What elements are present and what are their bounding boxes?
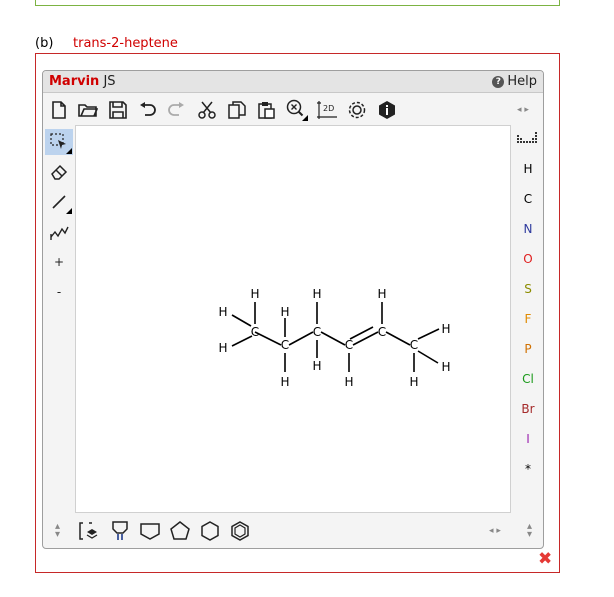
template-library-icon[interactable] (78, 519, 102, 543)
atom-label: H (441, 322, 450, 336)
element-button-s[interactable]: S (513, 277, 543, 301)
chain-icon[interactable] (45, 219, 73, 245)
element-button-any[interactable]: * (513, 457, 543, 481)
right-scroll-icon[interactable]: ▴ ▾ (527, 522, 532, 540)
clean-2d-icon[interactable]: 2D (316, 99, 338, 121)
bottom-toolbar-scroll-arrows-icon[interactable]: ◂ ▸ (489, 526, 501, 536)
submenu-indicator-icon (66, 208, 72, 214)
atom-label: H (377, 287, 386, 301)
previous-panel-border (35, 0, 560, 6)
app-brand: Marvin JS (49, 74, 116, 89)
element-button-p[interactable]: P (513, 337, 543, 361)
element-button-f[interactable]: F (513, 307, 543, 331)
brand-marvin: Marvin (49, 74, 100, 89)
title-bar: Marvin JS ? Help (43, 71, 543, 93)
open-folder-icon[interactable] (77, 99, 99, 121)
drawing-canvas[interactable]: C C C C C C H H H H H H H H H H H H (75, 125, 511, 513)
caption-tag: (b) (35, 36, 54, 51)
element-button-c[interactable]: C (513, 187, 543, 211)
caption-molecule-name: trans-2-heptene (73, 36, 178, 51)
settings-icon[interactable] (346, 99, 368, 121)
minus-label: - (56, 285, 62, 299)
zoom-icon[interactable] (286, 99, 308, 121)
cut-icon[interactable] (196, 99, 218, 121)
atom-label: H (441, 360, 450, 374)
help-label: Help (507, 74, 537, 89)
charge-plus-button[interactable]: + (45, 249, 73, 275)
atom-label: C (378, 325, 386, 339)
atom-label: H (344, 375, 353, 389)
figure-caption: (b) trans-2-heptene (35, 36, 178, 51)
paste-icon[interactable] (256, 99, 278, 121)
undo-icon[interactable] (137, 99, 159, 121)
info-icon[interactable] (376, 99, 398, 121)
molecule-structure: C C C C C C H H H H H H H H H H H H (218, 287, 450, 389)
clean-2d-label: 2D (323, 104, 334, 113)
cyclohexane-icon[interactable] (198, 519, 222, 543)
brand-js: JS (99, 74, 116, 89)
periodic-table-icon[interactable] (513, 127, 543, 151)
marvin-js-editor: Marvin JS ? Help 2D ◂ ▸ + - H C N O S F … (42, 70, 544, 549)
charge-minus-button[interactable]: - (45, 279, 73, 305)
atom-label: C (410, 338, 418, 352)
single-bond-icon[interactable] (45, 189, 73, 215)
close-icon[interactable]: ✖ (538, 549, 552, 569)
cyclobutane-icon[interactable] (138, 519, 162, 543)
cyclopentane-icon[interactable] (168, 519, 192, 543)
element-button-h[interactable]: H (513, 157, 543, 181)
bonds (231, 302, 440, 372)
copy-icon[interactable] (226, 99, 248, 121)
save-icon[interactable] (107, 99, 129, 121)
bottom-scroll-icon[interactable]: ▴ ▾ (55, 522, 60, 540)
atom-label: C (345, 338, 353, 352)
atom-label: H (409, 375, 418, 389)
benzene-ring-icon[interactable] (108, 519, 132, 543)
plus-label: + (53, 255, 65, 269)
new-document-icon[interactable] (48, 99, 70, 121)
select-tool-icon[interactable] (45, 129, 73, 155)
element-button-o[interactable]: O (513, 247, 543, 271)
eraser-icon[interactable] (45, 159, 73, 185)
help-icon: ? (492, 75, 505, 88)
atom-label: C (281, 338, 289, 352)
element-button-i[interactable]: I (513, 427, 543, 451)
element-button-cl[interactable]: Cl (513, 367, 543, 391)
atom-label: H (218, 305, 227, 319)
atom-label: H (312, 287, 321, 301)
atom-label: H (218, 341, 227, 355)
atom-label: H (312, 359, 321, 373)
atom-label: H (250, 287, 259, 301)
atom-label: H (280, 305, 289, 319)
help-button[interactable]: ? Help (492, 74, 537, 89)
atom-label: C (313, 325, 321, 339)
atom-label: C (251, 325, 259, 339)
redo-icon[interactable] (165, 99, 187, 121)
element-button-br[interactable]: Br (513, 397, 543, 421)
toolbar-scroll-arrows-icon[interactable]: ◂ ▸ (517, 105, 529, 115)
atom-label: H (280, 375, 289, 389)
benzene-icon[interactable] (228, 519, 252, 543)
element-button-n[interactable]: N (513, 217, 543, 241)
submenu-indicator-icon (66, 148, 72, 154)
